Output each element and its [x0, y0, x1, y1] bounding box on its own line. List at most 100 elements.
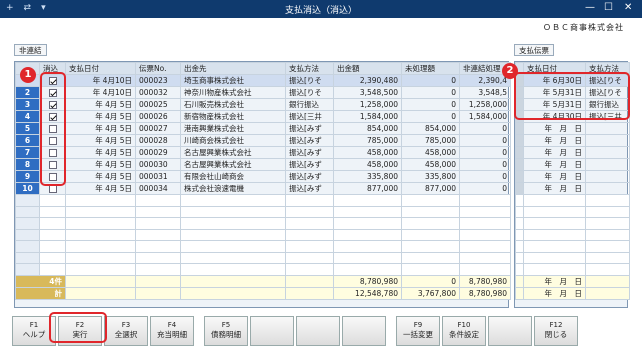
cell-nonlink: 2,390,4: [459, 74, 511, 87]
table-row[interactable]: 3年 4月 5日 000025 石川販売株式会社 銀行振込 1,258,000 0 1,25…: [15, 98, 511, 111]
maximize-icon[interactable]: ☐: [604, 2, 613, 13]
table-row[interactable]: 10 年 4月 5日 000034 株式会社浪速電機 振込[みず 877,000 877,0…: [15, 182, 511, 195]
cell-date: 年 4月 5日: [65, 122, 136, 135]
company-name: ＯＢＣ商事株式会社: [543, 23, 624, 32]
summary-unproc: 0: [401, 274, 460, 288]
summary-date: 年 月 日: [523, 274, 586, 288]
fkey-blank-7[interactable]: [342, 316, 386, 346]
cell-method: 振込[みず: [285, 146, 334, 159]
slip-row[interactable]: 年 月 日: [515, 146, 630, 159]
table-row[interactable]: 4年 4月 5日 000026 新宿物産株式会社 振込[三井 1,584,000 0 1,5…: [15, 110, 511, 123]
table-row[interactable]: 5年 4月 5日 000027 港南興業株式会社 振込[みず 854,000 854,00…: [15, 122, 511, 135]
table-row[interactable]: 8年 4月 5日 000030 名古屋興業株式会社 振込[みず 458,000 458,0…: [15, 158, 511, 171]
fkey-blank-10[interactable]: [488, 316, 532, 346]
empty-row: [15, 228, 511, 241]
slip-row[interactable]: 年 月 日: [515, 170, 630, 183]
fkey-f5[interactable]: F5 債務明細: [204, 316, 248, 346]
cell-amount: 335,800: [333, 170, 402, 183]
column-header[interactable]: 支払日付: [65, 62, 136, 75]
column-header[interactable]: 支払方法: [285, 62, 334, 75]
column-header[interactable]: 未処理額: [401, 62, 460, 75]
cell-amount: 3,548,500: [333, 86, 402, 99]
fkey-f9[interactable]: F9 一括変更: [396, 316, 440, 346]
cell-method: 振込[みず: [285, 170, 334, 183]
nonlink-tag: 非連結: [14, 44, 47, 56]
cell-nonlink: 0: [459, 122, 511, 135]
cell-unproc: 0: [401, 74, 460, 87]
fkey-label: 債務明細: [211, 330, 241, 339]
summary-label: 計: [15, 286, 66, 300]
cell-slip: 000023: [135, 74, 181, 87]
cell-unproc: 854,000: [401, 122, 460, 135]
cell-date: 年 4月 5日: [65, 146, 136, 159]
cell-amount: 877,000: [333, 182, 402, 195]
cell-amount: 458,000: [333, 158, 402, 171]
cell-slip: 000029: [135, 146, 181, 159]
cell-amount: 854,000: [333, 122, 402, 135]
column-header[interactable]: 出金先: [180, 62, 286, 75]
summary-nonlink: 8,780,980: [459, 274, 511, 288]
cell-unproc: 0: [401, 86, 460, 99]
callout-badge-2: 2: [502, 63, 518, 79]
table-row[interactable]: 2 年 4月10日 000032 神奈川物産株式会社 振込[りそ 3,548,500 0 3,…: [15, 86, 511, 99]
row-number: 4: [15, 110, 40, 123]
slip-date: 年 月 日: [523, 146, 586, 159]
empty-row: [15, 240, 511, 253]
slip-method: [585, 158, 630, 171]
cell-nonlink: 0: [459, 182, 511, 195]
fkey-f10[interactable]: F10 条件設定: [442, 316, 486, 346]
fkey-code: F3: [121, 321, 131, 329]
cell-nonlink: 0: [459, 158, 511, 171]
row-number: 10: [15, 182, 40, 195]
close-icon[interactable]: ✕: [624, 2, 632, 13]
fkey-f3[interactable]: F3 全選択: [104, 316, 148, 346]
summary-row: 年 月 日: [515, 286, 630, 300]
slip-row[interactable]: 年 月 日: [515, 134, 630, 147]
table-row[interactable]: 7年 4月 5日 000029 名古屋興業株式会社 振込[みず 458,000 458,0…: [15, 146, 511, 159]
cell-date: 年 4月 5日: [65, 98, 136, 111]
slip-row[interactable]: 年 月 日: [515, 122, 630, 135]
slip-method: [585, 122, 630, 135]
cell-amount: 1,584,000: [333, 110, 402, 123]
cell-date: 年 4月10日: [65, 74, 136, 87]
slip-row[interactable]: 年 月 日: [515, 158, 630, 171]
slip-date: 年 月 日: [523, 158, 586, 171]
cell-method: 振込[みず: [285, 158, 334, 171]
dates-highlight: [514, 72, 630, 120]
slip-date: 年 月 日: [523, 122, 586, 135]
cell-payee: 石川販売株式会社: [180, 98, 286, 111]
window-title: 支払消込（消込）: [284, 6, 357, 16]
cell-unproc: 0: [401, 98, 460, 111]
fkey-code: F10: [457, 321, 471, 329]
fkey-f12[interactable]: F12 閉じる: [534, 316, 578, 346]
cell-payee: 埼玉商事株式会社: [180, 74, 286, 87]
fkey-blank-5[interactable]: [250, 316, 294, 346]
row-number: 8: [15, 158, 40, 171]
payment-grid[interactable]: 消込支払日付伝票No.出金先支払方法出金額未処理額非連結処理 1年 4月10日0…: [14, 61, 511, 308]
cell-slip: 000025: [135, 98, 181, 111]
summary-row: 年 月 日: [515, 274, 630, 288]
cell-slip: 000032: [135, 86, 181, 99]
cell-amount: 1,258,000: [333, 98, 402, 111]
summary-amount: 8,780,980: [333, 274, 402, 288]
cell-unproc: 0: [401, 110, 460, 123]
cell-date: 年 4月 5日: [65, 170, 136, 183]
cell-unproc: 458,000: [401, 146, 460, 159]
cell-slip: 000028: [135, 134, 181, 147]
column-header[interactable]: 伝票No.: [135, 62, 181, 75]
table-row[interactable]: 1年 4月10日000023埼玉商事株式会社振込[りそ2,390,48002,3…: [15, 74, 511, 87]
slip-method: [585, 170, 630, 183]
cell-nonlink: 3,548,5: [459, 86, 511, 99]
table-row[interactable]: 6年 4月 5日 000028 川崎商会株式会社 振込[みず 785,000 785,00…: [15, 134, 511, 147]
column-header[interactable]: 出金額: [333, 62, 402, 75]
empty-row: [15, 194, 511, 207]
cell-method: 銀行振込: [285, 98, 334, 111]
cell-payee: 港南興業株式会社: [180, 122, 286, 135]
slip-row[interactable]: 年 月 日: [515, 182, 630, 195]
table-row[interactable]: 9年 4月 5日 000031 有限会社山崎商会 振込[みず 335,800 335,80…: [15, 170, 511, 183]
fkey-code: F9: [413, 321, 423, 329]
fkey-blank-6[interactable]: [296, 316, 340, 346]
minimize-icon[interactable]: —: [585, 2, 595, 13]
fkey-f4[interactable]: F4 充当明細: [150, 316, 194, 346]
cell-slip: 000034: [135, 182, 181, 195]
